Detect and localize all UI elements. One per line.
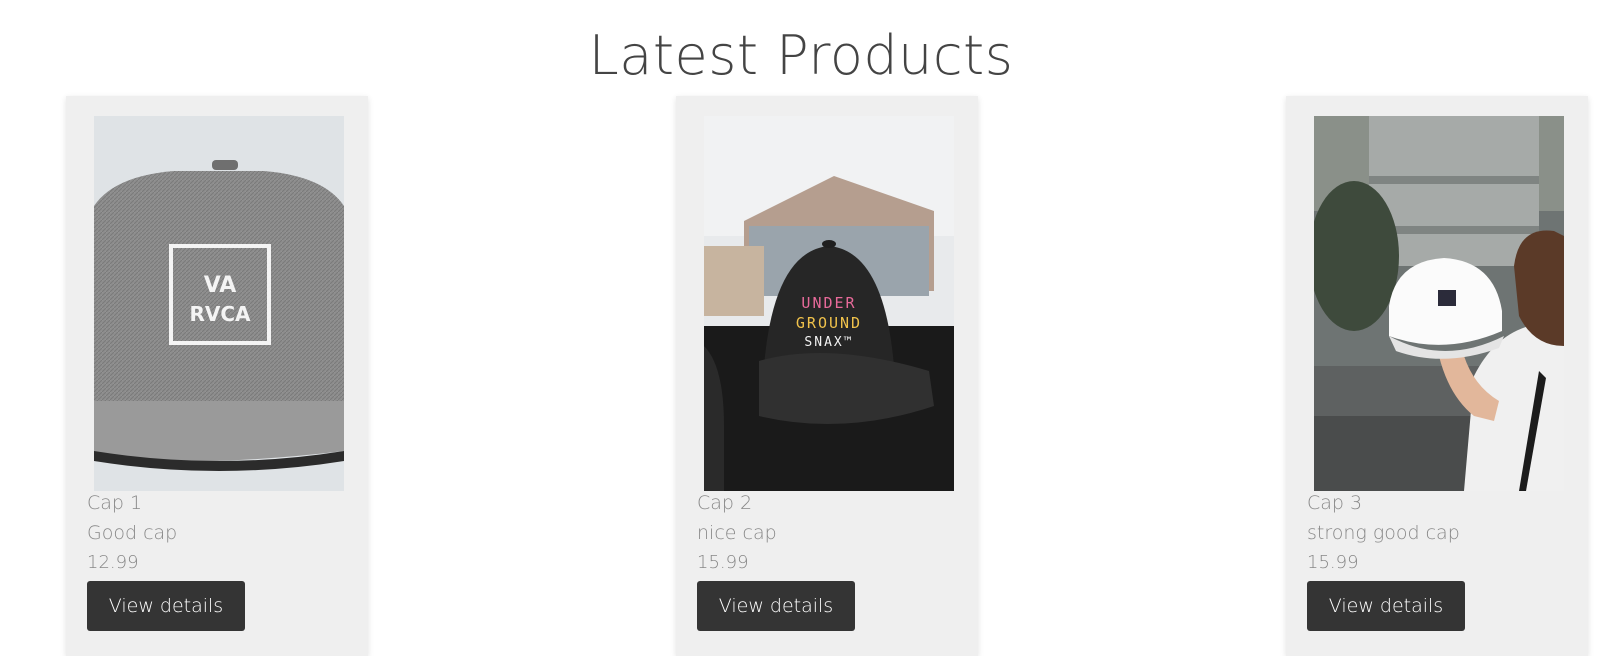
view-details-button[interactable]: View details (87, 581, 245, 631)
product-name: Cap 1 (87, 492, 143, 514)
product-description: Good cap (87, 522, 178, 544)
logo-text-va: VA (204, 273, 237, 298)
product-name: Cap 3 (1307, 492, 1363, 514)
product-price: 15.99 (697, 552, 749, 573)
logo-text-rvca: RVCA (189, 302, 251, 326)
product-image[interactable]: VA RVCA (94, 116, 344, 491)
product-grid: VA RVCA Cap 1 Good cap 12.99 View detail… (0, 0, 1602, 656)
product-price: 12.99 (87, 552, 139, 573)
product-card: VA RVCA Cap 1 Good cap 12.99 View detail… (66, 96, 368, 656)
logo-text-under: UNDER (801, 294, 856, 312)
product-price: 15.99 (1307, 552, 1359, 573)
product-name: Cap 2 (697, 492, 753, 514)
product-card: Cap 3 strong good cap 15.99 View details (1286, 96, 1588, 656)
product-description: strong good cap (1307, 522, 1460, 544)
product-image[interactable] (1314, 116, 1564, 491)
product-description: nice cap (697, 522, 777, 544)
product-image[interactable]: UNDER GROUND SNAX™ (704, 116, 954, 491)
view-details-button[interactable]: View details (697, 581, 855, 631)
logo-text-snax: SNAX™ (804, 335, 853, 350)
product-card: UNDER GROUND SNAX™ Cap 2 nice cap 15.99 … (676, 96, 978, 656)
logo-text-ground: GROUND (796, 314, 862, 332)
view-details-button[interactable]: View details (1307, 581, 1465, 631)
